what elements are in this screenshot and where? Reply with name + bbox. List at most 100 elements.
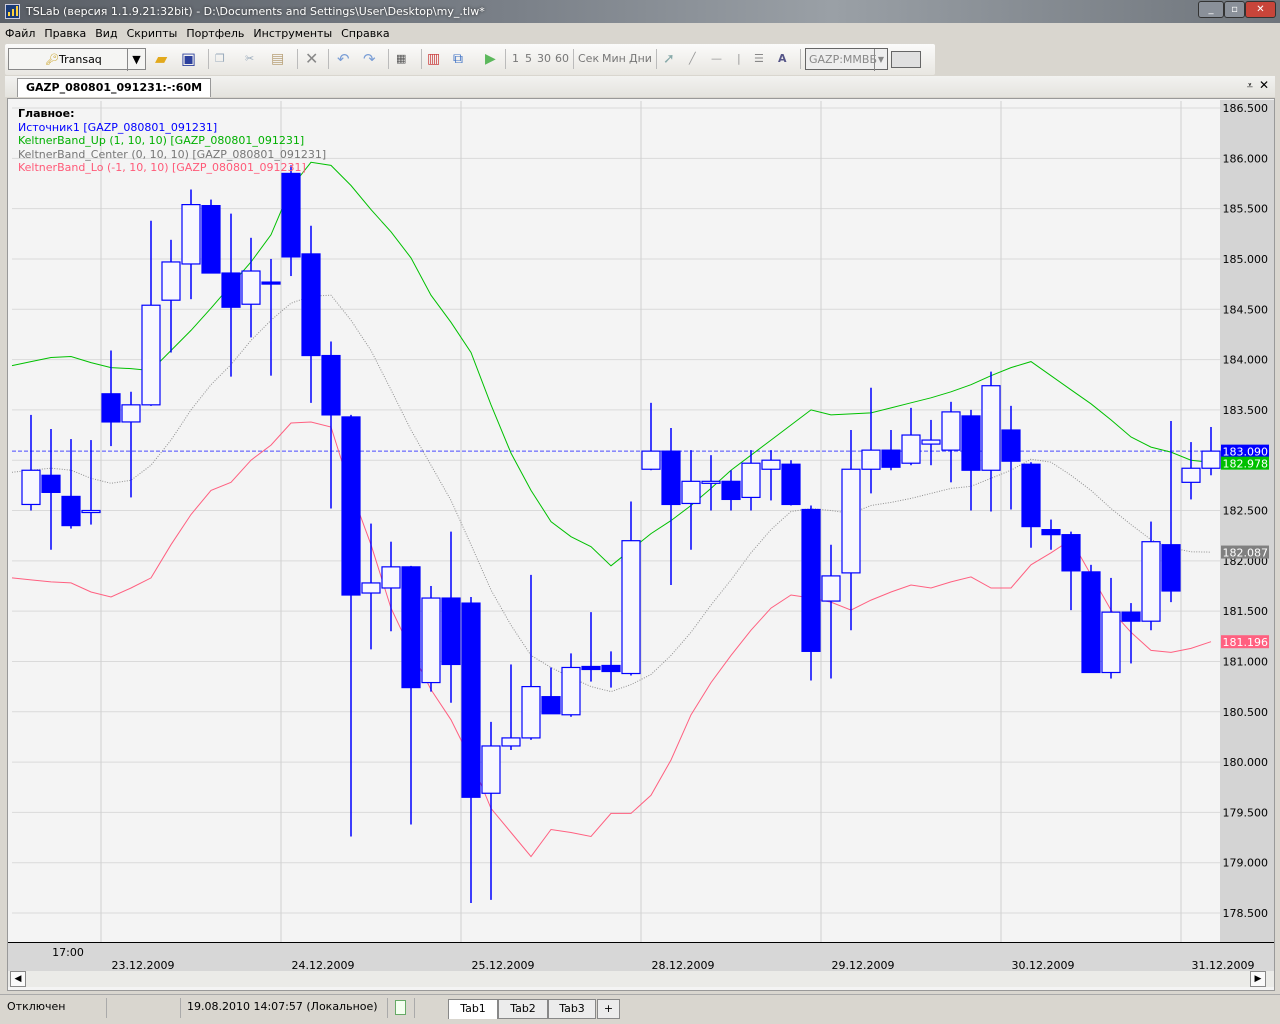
- candle-up[interactable]: [1181, 467, 1201, 483]
- series-value-label: 181.196: [1223, 636, 1269, 649]
- date-tick-label: 25.12.2009: [472, 959, 535, 972]
- candle-down[interactable]: [721, 480, 741, 501]
- date-tick-label: 29.12.2009: [832, 959, 895, 972]
- candle-down[interactable]: [1161, 544, 1181, 592]
- price-tick-label: 178.500: [1223, 907, 1269, 920]
- candle-up[interactable]: [381, 566, 401, 589]
- candle-up[interactable]: [1141, 541, 1161, 622]
- candle-up[interactable]: [161, 261, 181, 301]
- candle-down[interactable]: [101, 393, 121, 423]
- candle-up[interactable]: [941, 411, 961, 451]
- candle-down[interactable]: [441, 597, 461, 666]
- tab-tab1[interactable]: Tab1: [448, 999, 498, 1019]
- candle-up[interactable]: [361, 582, 381, 594]
- price-tick-label: 183.500: [1223, 404, 1269, 417]
- candle-up[interactable]: [821, 575, 841, 602]
- candle-down[interactable]: [1041, 529, 1061, 536]
- status-bar: Отключен 19.08.2010 14:07:57 (Локальное)…: [0, 994, 1280, 1024]
- candle-up[interactable]: [501, 737, 521, 747]
- candle-down[interactable]: [221, 272, 241, 308]
- candle-up[interactable]: [1201, 450, 1221, 469]
- legend-item-keltner-up: KeltnerBand_Up (1, 10, 10) [GAZP_080801_…: [18, 134, 305, 147]
- chart-legend: Главное: Источник1 [GAZP_080801_091231] …: [18, 107, 326, 175]
- candle-down[interactable]: [1081, 571, 1101, 674]
- candle-down[interactable]: [401, 566, 421, 689]
- candle-up[interactable]: [841, 468, 861, 574]
- candle-up[interactable]: [681, 480, 701, 505]
- status-separator: [106, 998, 107, 1018]
- candle-up[interactable]: [621, 540, 641, 675]
- date-tick-label: 28.12.2009: [652, 959, 715, 972]
- price-tick-label: 184.500: [1223, 303, 1269, 316]
- time-tick-label: 17:00: [52, 946, 84, 959]
- connection-status: Отключен: [7, 1000, 66, 1013]
- price-tick-label: 179.000: [1223, 857, 1269, 870]
- price-tick-label: 179.500: [1223, 806, 1269, 819]
- candle-down[interactable]: [321, 354, 341, 416]
- candle-up[interactable]: [761, 459, 781, 470]
- candle-up[interactable]: [1101, 611, 1121, 674]
- candle-down[interactable]: [301, 253, 321, 357]
- legend-header: Главное:: [18, 107, 75, 120]
- candle-down[interactable]: [581, 665, 601, 671]
- candle-up[interactable]: [121, 404, 141, 423]
- candle-down[interactable]: [281, 172, 301, 258]
- price-tick-label: 180.000: [1223, 756, 1269, 769]
- candle-up[interactable]: [481, 745, 501, 794]
- candle-up[interactable]: [741, 462, 761, 499]
- candle-down[interactable]: [541, 696, 561, 715]
- candle-up[interactable]: [81, 509, 101, 514]
- candle-down[interactable]: [1001, 429, 1021, 462]
- candle-up[interactable]: [921, 439, 941, 445]
- candle-up[interactable]: [981, 385, 1001, 471]
- candle-down[interactable]: [801, 508, 821, 652]
- candle-down[interactable]: [881, 449, 901, 468]
- date-tick-label: 30.12.2009: [1012, 959, 1075, 972]
- candle-down[interactable]: [201, 205, 221, 274]
- candle-down[interactable]: [1121, 611, 1141, 622]
- add-tab-button[interactable]: +: [597, 999, 620, 1019]
- candle-up[interactable]: [141, 304, 161, 406]
- candle-down[interactable]: [261, 281, 281, 285]
- price-tick-label: 185.000: [1223, 253, 1269, 266]
- candle-up[interactable]: [21, 469, 41, 506]
- candle-down[interactable]: [341, 416, 361, 596]
- date-tick-label: 31.12.2009: [1192, 959, 1255, 972]
- tab-tab3[interactable]: Tab3: [548, 999, 596, 1019]
- price-tick-label: 181.000: [1223, 655, 1269, 668]
- candle-down[interactable]: [961, 415, 981, 471]
- series-value-label: 182.087: [1223, 547, 1269, 560]
- candle-up[interactable]: [901, 434, 921, 464]
- status-separator: [180, 998, 181, 1018]
- series-value-label: 182.978: [1223, 458, 1269, 471]
- candle-up[interactable]: [241, 270, 261, 305]
- legend-item-keltner-lo: KeltnerBand_Lo (-1, 10, 10) [GAZP_080801…: [18, 161, 306, 174]
- candle-down[interactable]: [1061, 534, 1081, 572]
- candle-down[interactable]: [41, 474, 61, 493]
- candle-down[interactable]: [1021, 463, 1041, 528]
- candle-down[interactable]: [601, 664, 621, 673]
- price-tick-label: 181.500: [1223, 605, 1269, 618]
- candle-up[interactable]: [701, 480, 721, 484]
- date-tick-label: 24.12.2009: [292, 959, 355, 972]
- candle-down[interactable]: [461, 602, 481, 798]
- status-datetime: 19.08.2010 14:07:57 (Локальное): [187, 1000, 378, 1013]
- candle-up[interactable]: [181, 204, 201, 265]
- candle-up[interactable]: [861, 449, 881, 470]
- price-tick-label: 186.000: [1223, 152, 1269, 165]
- date-tick-label: 23.12.2009: [112, 959, 175, 972]
- candle-down[interactable]: [661, 450, 681, 506]
- candle-up[interactable]: [421, 597, 441, 684]
- notebook-icon[interactable]: [395, 1000, 406, 1015]
- candle-up[interactable]: [521, 685, 541, 739]
- tab-tab2[interactable]: Tab2: [498, 999, 548, 1019]
- candle-down[interactable]: [781, 463, 801, 506]
- price-tick-label: 185.500: [1223, 203, 1269, 216]
- legend-item-keltner-center: KeltnerBand_Center (0, 10, 10) [GAZP_080…: [18, 147, 327, 161]
- candle-down[interactable]: [61, 495, 81, 527]
- candle-up[interactable]: [561, 666, 581, 716]
- candle-up[interactable]: [641, 450, 661, 470]
- status-separator: [387, 998, 388, 1018]
- price-tick-label: 182.500: [1223, 505, 1269, 518]
- price-tick-label: 186.500: [1223, 102, 1269, 115]
